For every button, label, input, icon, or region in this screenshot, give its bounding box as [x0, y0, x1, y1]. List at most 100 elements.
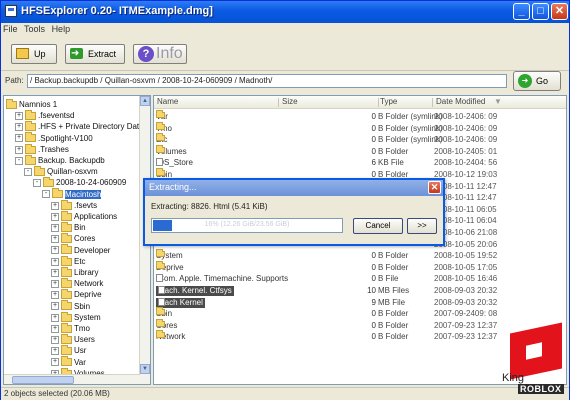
tree-item[interactable]: + Bin [51, 222, 86, 233]
column-separator[interactable] [432, 98, 433, 107]
expand-icon[interactable]: + [51, 347, 59, 356]
expand-icon[interactable]: + [51, 324, 59, 333]
list-item[interactable]: Deprive 0 B Folder 2008-10-05 17:05 [154, 260, 566, 273]
expand-icon[interactable]: + [51, 313, 59, 322]
tree-item[interactable]: - Macintosh [42, 188, 102, 200]
list-item-name: Volumes [156, 144, 187, 157]
collapse-icon[interactable]: - [33, 179, 41, 188]
list-item[interactable]: Volumes 0 B Folder 2008-10-2405: 01 [154, 144, 566, 157]
tree-item[interactable]: + Tmo [51, 322, 90, 334]
tree-item[interactable]: + .fseventsd [15, 110, 74, 121]
list-item[interactable]: .DS_Store 6 KB File 2008-10-2404: 56 [154, 158, 566, 168]
folder-icon [25, 132, 36, 143]
list-item[interactable]: Var 0B Folder (symlink)2008-10-2406: 09 [154, 110, 566, 122]
list-item[interactable]: Tmo 0B Folder (symlink)2008-10-2406: 09 [154, 121, 566, 134]
list-item[interactable]: System 0 B Folder 2008-10-05 19:52 [154, 249, 566, 261]
tree-item[interactable]: + Applications [51, 210, 117, 222]
tree-horizontal-scrollbar[interactable] [4, 374, 140, 384]
menu-file[interactable]: File [1, 23, 20, 35]
expand-icon[interactable]: + [15, 145, 23, 154]
file-icon [158, 297, 165, 306]
folder-icon [61, 222, 72, 233]
tree-hscroll-thumb[interactable] [12, 376, 74, 384]
info-icon: ? [138, 46, 154, 62]
list-item[interactable]: .Com. Apple. Timemachine. Supports 0 B Fil… [154, 274, 566, 284]
column-name[interactable]: Name [157, 97, 178, 106]
column-type[interactable]: Type [380, 97, 397, 106]
list-item[interactable]: Mach Kernel 9 MB File 2008-09-03 20:32 [154, 297, 566, 308]
tree-item[interactable]: - 2008-10-24-060909 [33, 177, 126, 188]
list-item-type: KB File [378, 158, 404, 168]
title-bar[interactable]: HFSExplorer 0.20- ITMExample.dmg] _ □ ✕ [1, 1, 569, 23]
close-button[interactable]: ✕ [551, 3, 568, 20]
expand-icon[interactable]: + [51, 280, 59, 289]
tree-item[interactable]: + Etc [51, 255, 86, 267]
tree-item[interactable]: + Developer [51, 244, 110, 256]
tree-item[interactable]: - Quillan-osxvm [24, 166, 98, 177]
minimize-button[interactable]: _ [513, 3, 530, 20]
more-button[interactable]: >> [407, 218, 437, 234]
menu-tools[interactable]: Tools [22, 23, 47, 35]
column-separator[interactable] [378, 98, 379, 107]
folder-icon [156, 318, 165, 327]
tree-item[interactable]: + .HFS + Private Directory Data [15, 121, 144, 132]
tree-item-label: Users [74, 335, 95, 345]
expand-icon[interactable]: + [51, 246, 59, 255]
expand-icon[interactable]: + [51, 302, 59, 311]
expand-icon[interactable]: + [51, 224, 59, 233]
expand-icon[interactable]: + [51, 201, 59, 210]
expand-icon[interactable]: + [51, 257, 59, 266]
tree-item[interactable]: + Sbin [51, 300, 90, 312]
tree-item[interactable]: - Backup. Backupdb [15, 154, 105, 166]
collapse-icon[interactable]: - [15, 156, 23, 165]
collapse-icon[interactable]: - [24, 168, 32, 177]
tree-item[interactable]: Namnios 1 [6, 98, 57, 110]
up-button[interactable]: Up [11, 44, 57, 64]
tree-item[interactable]: + Deprive [51, 289, 102, 300]
expand-icon[interactable]: + [51, 212, 59, 221]
expand-icon[interactable]: + [51, 235, 59, 244]
info-button[interactable]: ? Info [133, 44, 187, 64]
folder-icon [61, 266, 72, 277]
expand-icon[interactable]: + [15, 134, 23, 143]
tree-item[interactable]: + .Trashes [15, 143, 69, 155]
tree-item[interactable]: + .Spotlight-V100 [15, 132, 93, 144]
list-item[interactable]: Mach. Kernel. Ctfsys 10 MB Files 2008-09-03… [154, 286, 566, 296]
list-item-date: 2008-10-05 19:52 [434, 251, 498, 261]
dialog-title-bar[interactable]: Extracting... ✕ [145, 180, 443, 196]
folder-tree[interactable]: Namnios 1 + .fseventsd + .HFS + Private Dire… [3, 95, 151, 385]
collapse-icon[interactable]: - [42, 190, 50, 199]
cancel-button[interactable]: Cancel [353, 218, 403, 234]
menu-help[interactable]: Help [50, 23, 73, 35]
dialog-close-icon[interactable]: ✕ [428, 181, 441, 194]
extract-button[interactable]: Extract [65, 44, 125, 64]
tree-item[interactable]: + Var [51, 356, 86, 368]
menu-bar: File Tools Help [1, 23, 569, 37]
go-button[interactable]: ➜ Go [513, 71, 561, 91]
maximize-button[interactable]: □ [532, 3, 549, 20]
folder-icon [61, 289, 72, 300]
expand-icon[interactable]: + [51, 358, 59, 367]
list-item-type: B Folder [378, 251, 409, 261]
expand-icon[interactable]: + [15, 123, 23, 132]
expand-icon[interactable]: + [51, 291, 59, 300]
tree-item[interactable]: + Cores [51, 233, 95, 244]
expand-icon[interactable]: + [51, 268, 59, 277]
tree-item[interactable]: + Library [51, 266, 98, 278]
tree-item[interactable]: + Usr [51, 345, 86, 356]
scroll-up-arrow-icon[interactable]: ▲ [140, 96, 150, 106]
tree-item[interactable]: + System [51, 311, 101, 323]
scroll-down-arrow-icon[interactable]: ▼ [140, 364, 150, 374]
list-item[interactable]: Sbin 0B Folder 2007-09-2409: 08 [154, 307, 566, 319]
column-separator[interactable] [278, 98, 279, 107]
path-input[interactable]: / Backup.backupdb / Quillan-osxvm / 2008… [27, 74, 507, 88]
column-size[interactable]: Size [282, 97, 298, 106]
expand-icon[interactable]: + [51, 336, 59, 345]
list-item[interactable]: Etc 0B Folder (symlink)2008-10-2406: 09 [154, 133, 566, 145]
expand-icon[interactable]: + [15, 112, 23, 121]
tree-item[interactable]: + .fsevts [51, 199, 97, 211]
folder-icon [61, 356, 72, 367]
tree-item[interactable]: + Network [51, 278, 103, 289]
tree-item[interactable]: + Users [51, 334, 95, 345]
column-date[interactable]: Date Modified [436, 97, 485, 106]
